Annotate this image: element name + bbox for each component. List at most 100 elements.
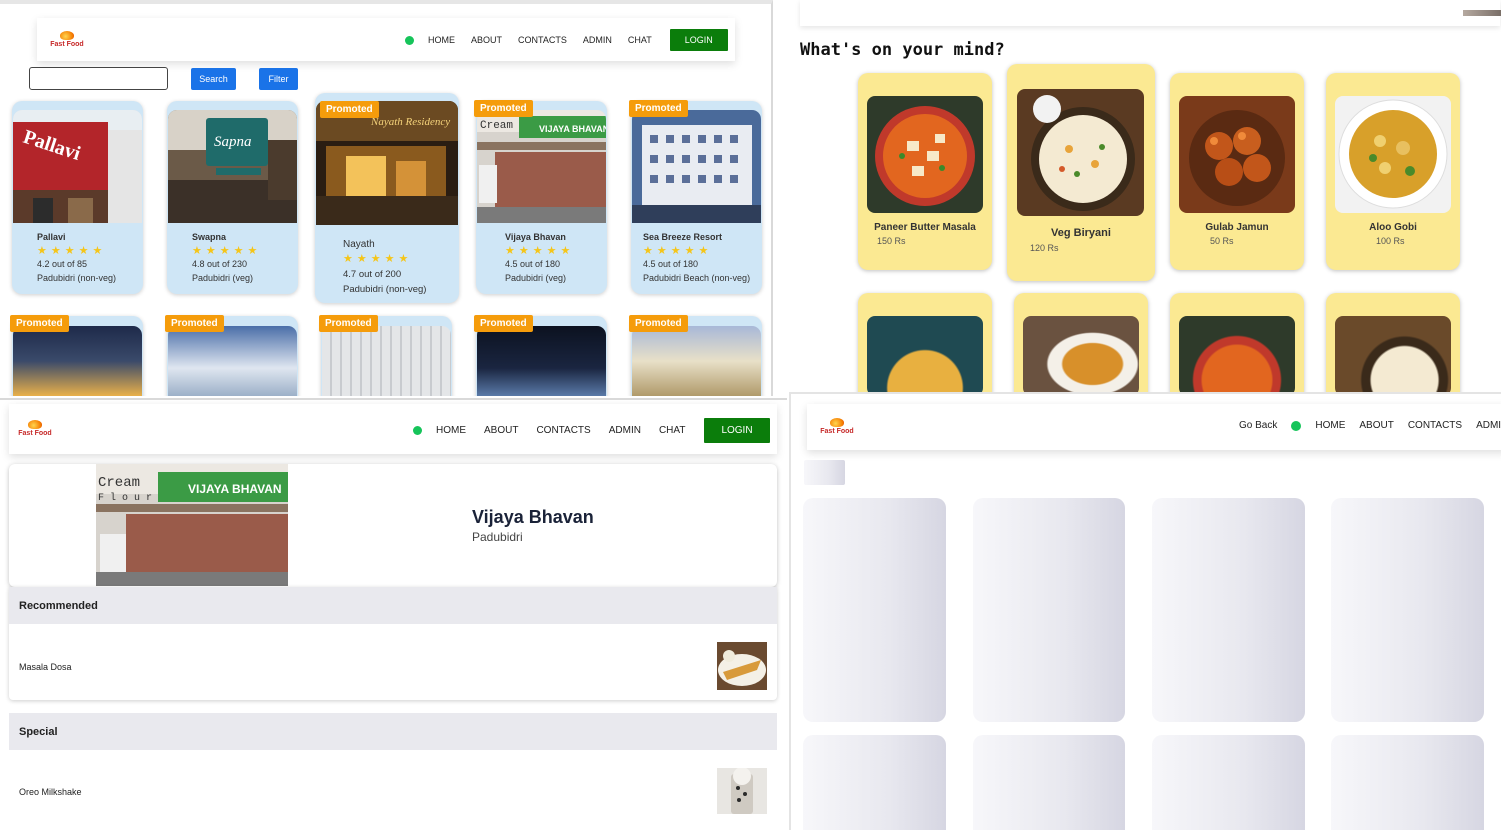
search-button[interactable]: Search [191,68,236,90]
food-card[interactable] [1326,293,1460,392]
restaurant-card[interactable]: Sapna Swapna ★★★★★ 4.8 out of 230 Padubi… [167,101,298,294]
restaurant-location: Padubidri (veg) [505,273,567,283]
section-header[interactable]: Special [9,713,777,750]
skeleton-chip [804,460,845,485]
nav-about[interactable]: ABOUT [1359,420,1393,431]
restaurant-title: Vijaya Bhavan [472,507,594,527]
star-rating-icon: ★★★★★ [643,245,713,257]
restaurant-listing-panel: Fast Food HOME ABOUT CONTACTS ADMIN CHAT… [0,0,773,396]
nav-contacts[interactable]: CONTACTS [518,35,567,45]
food-name: Aloo Gobi [1369,222,1417,233]
top-bar [800,0,1500,26]
restaurant-card[interactable]: Pallavi Pallavi ★★★★★ 4.2 out of 85 Padu… [12,101,143,294]
food-card[interactable] [858,293,992,392]
menu-item-image [717,642,767,690]
menu-item-image [717,768,767,814]
menu-item[interactable]: Oreo Milkshake [9,758,777,818]
login-button[interactable]: LOGIN [704,418,770,443]
nav-chat[interactable]: CHAT [628,35,652,45]
restaurant-card[interactable]: Promoted Sea Breeze Resort ★★★★★ 4.5 out… [629,100,762,294]
logo-text: Fast Food [18,430,52,437]
restaurant-image: Pallavi [13,110,142,223]
nav-home[interactable]: HOME [428,35,455,45]
logo-flame-icon [830,418,844,427]
section-title: Recommended [19,599,98,612]
skeleton-card [1152,498,1305,722]
food-price: 150 Rs [877,236,906,246]
food-card[interactable] [1170,293,1304,392]
food-card[interactable]: Aloo Gobi 100 Rs [1326,73,1460,270]
promoted-badge: Promoted [474,315,533,332]
nav-contacts[interactable]: CONTACTS [1408,420,1462,431]
status-dot-icon [405,35,414,45]
restaurant-rating: 4.5 out of 180 [643,259,699,269]
food-price: 100 Rs [1376,236,1405,246]
loading-panel: Fast Food Go Back HOME ABOUT CONTACTS AD… [789,392,1501,830]
promoted-badge: Promoted [319,315,378,332]
food-card[interactable]: Paneer Butter Masala 150 Rs [858,73,992,270]
skeleton-card [973,498,1125,722]
section-header[interactable]: Recommended [9,587,777,624]
nav-home[interactable]: HOME [1315,420,1345,431]
logo-flame-icon [60,31,74,40]
restaurant-card[interactable]: Promoted [10,315,143,396]
star-rating-icon: ★★★★★ [505,245,575,257]
nav-home[interactable]: HOME [436,425,466,436]
restaurant-card[interactable]: Promoted [629,315,762,396]
food-card[interactable]: Veg Biryani 120 Rs [1007,64,1155,281]
status-dot-icon [413,426,422,435]
svg-text:Sapna: Sapna [214,134,252,150]
logo-text: Fast Food [50,41,84,48]
restaurant-card[interactable]: Cream VIJAYA BHAVAN Promoted Vijaya Bhav… [474,100,607,294]
nav-chat[interactable]: CHAT [659,425,685,436]
search-input[interactable] [29,67,168,90]
navbar: Fast Food HOME ABOUT CONTACTS ADMIN CHAT… [37,18,735,61]
nav-admin[interactable]: ADMIN [583,35,612,45]
food-name: Veg Biryani [1051,227,1111,239]
restaurant-header-card: Cream F l o u r VIJAYA BHAVAN Vijaya Bha… [9,464,777,587]
restaurant-rating: 4.5 out of 180 [505,259,561,269]
restaurant-card[interactable]: Promoted [165,315,298,396]
food-image [867,316,983,392]
skeleton-card [1331,735,1484,830]
filter-button[interactable]: Filter [259,68,298,90]
restaurant-card[interactable]: Nayath Residency Promoted Nayath ★★★★★ 4… [315,93,459,303]
food-card[interactable] [1014,293,1148,392]
skeleton-card [803,735,946,830]
restaurant-rating: 4.8 out of 230 [192,259,248,269]
nav-about[interactable]: ABOUT [484,425,518,436]
food-image [1017,89,1144,216]
menu-section: Recommended Masala Dosa [9,587,777,700]
restaurant-name: Pallavi [37,232,66,242]
food-card[interactable]: Gulab Jamun 50 Rs [1170,73,1304,270]
skeleton-card [1331,498,1484,722]
food-categories-panel: What's on your mind? Paneer Butter Masal… [775,0,1501,392]
food-image [1179,96,1295,213]
nav-links: Go Back HOME ABOUT CONTACTS ADMI [1239,420,1501,431]
nav-admin[interactable]: ADMI [1476,420,1501,431]
nav-about[interactable]: ABOUT [471,35,502,45]
login-button[interactable]: LOGIN [669,29,728,51]
logo[interactable]: Fast Food [45,25,89,55]
skeleton-card [973,735,1125,830]
restaurant-image [477,326,606,396]
restaurant-card[interactable]: Promoted [319,315,452,396]
restaurant-location: Padubidri (non-veg) [37,273,117,283]
go-back-link[interactable]: Go Back [1239,420,1277,431]
skeleton-card [1152,735,1305,830]
logo[interactable]: Fast Food [817,412,857,442]
svg-text:Nayath Residency: Nayath Residency [370,116,450,128]
logo-text: Fast Food [820,428,854,435]
nav-admin[interactable]: ADMIN [609,425,641,436]
restaurant-location: Padubidri [472,530,523,544]
svg-text:VIJAYA BHAVAN: VIJAYA BHAVAN [539,124,606,134]
restaurant-image: Nayath Residency [316,101,458,225]
restaurant-image [632,110,761,223]
menu-item[interactable]: Masala Dosa [9,632,777,692]
star-rating-icon: ★★★★★ [343,253,413,265]
logo[interactable]: Fast Food [13,414,57,444]
menu-item-name: Oreo Milkshake [19,787,82,797]
restaurant-card[interactable]: Promoted [474,315,607,396]
restaurant-name: Swapna [192,232,227,242]
nav-contacts[interactable]: CONTACTS [536,425,590,436]
